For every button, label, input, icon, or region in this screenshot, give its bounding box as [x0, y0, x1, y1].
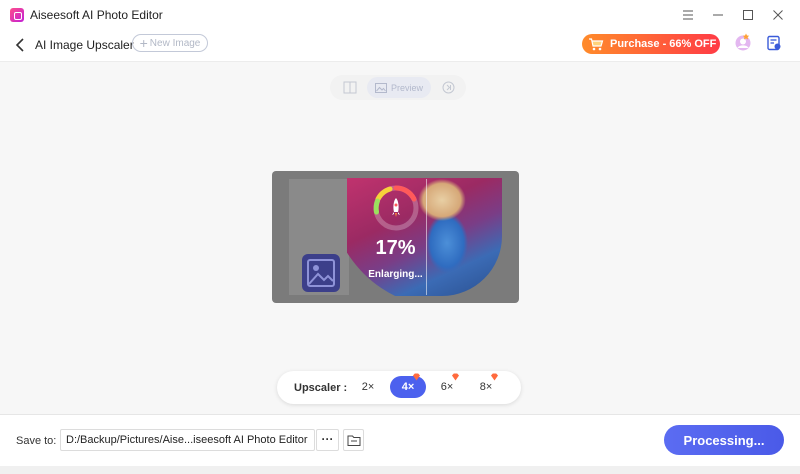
upscaler-selector: Upscaler : 2× 4× 6× 8×	[277, 371, 521, 404]
title-bar: Aiseesoft AI Photo Editor	[0, 0, 800, 30]
app-logo-icon	[10, 8, 24, 22]
window-bottom-edge	[0, 466, 800, 474]
preview-label: Preview	[390, 82, 423, 93]
gem-icon	[491, 373, 498, 381]
page-title: AI Image Upscaler	[35, 38, 134, 52]
plus-icon: +	[139, 35, 148, 51]
rocket-icon	[392, 198, 400, 217]
maximize-icon[interactable]	[738, 5, 758, 25]
window-title: Aiseesoft AI Photo Editor	[30, 8, 163, 22]
browse-more-button[interactable]: ···	[316, 429, 339, 451]
canvas-area: Preview 17% Enlarging... Upscaler: 2× 4…	[0, 62, 800, 414]
folder-icon	[347, 435, 361, 446]
image-icon	[374, 82, 387, 93]
gem-icon	[413, 373, 420, 381]
preview-tab[interactable]: Preview	[367, 77, 431, 98]
progress-status: Enlarging...	[368, 269, 423, 280]
user-avatar-icon[interactable]	[734, 33, 752, 51]
open-folder-button[interactable]	[343, 429, 364, 451]
upscale-2x-option[interactable]: 2×	[350, 376, 386, 398]
image-preview: 17% Enlarging...	[272, 171, 519, 303]
cart-icon	[589, 38, 604, 51]
split-view-icon[interactable]	[343, 81, 357, 94]
save-path-field[interactable]: D:/Backup/Pictures/Aise...iseesoft AI Ph…	[60, 429, 315, 451]
upscaler-label: Upscaler :	[294, 382, 348, 394]
purchase-button[interactable]: Purchase - 66% OFF	[582, 34, 720, 54]
purchase-label: Purchase - 66% OFF	[610, 38, 717, 50]
view-mode-toggle: Preview	[330, 75, 466, 100]
skip-forward-icon[interactable]	[442, 81, 455, 94]
document-icon[interactable]	[766, 35, 782, 51]
minimize-icon[interactable]	[708, 5, 728, 25]
progress-percent: 17%	[375, 237, 416, 259]
menu-icon[interactable]	[678, 5, 698, 25]
progress-ring	[373, 185, 419, 231]
close-icon[interactable]	[768, 5, 788, 25]
new-image-button[interactable]: + New Image	[132, 34, 208, 52]
footer-bar: Save to: D:/Backup/Pictures/Aise...isees…	[0, 414, 800, 466]
header-bar: AI Image Upscaler + New Image Purchase -…	[0, 30, 800, 62]
gem-icon	[452, 373, 459, 381]
processing-button[interactable]: Processing...	[664, 425, 784, 455]
new-image-label: New Image	[149, 37, 201, 49]
save-to-label: Save to:	[16, 435, 57, 447]
chevron-left-icon[interactable]	[12, 36, 30, 54]
